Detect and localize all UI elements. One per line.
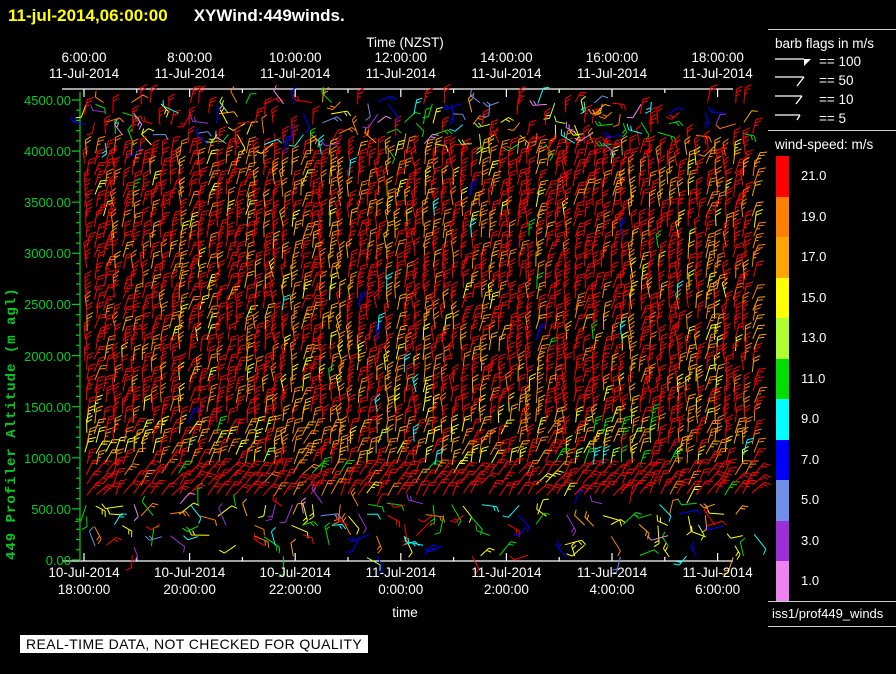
panel-divider [768, 626, 896, 627]
barb-legend-row: == 100 [773, 53, 861, 70]
bottom-axis-title: time [392, 605, 418, 620]
colorbar-swatch [776, 318, 789, 359]
colorbar-value: 17.0 [801, 249, 827, 264]
barb-legend-row: == 10 [773, 91, 854, 108]
colorbar-swatch [776, 358, 789, 400]
colorbar-title: wind-speed: m/s [775, 137, 874, 152]
header: 11-jul-2014,06:00:00 XYWind:449winds. [8, 6, 345, 26]
barb-legend-label: == 5 [819, 111, 847, 126]
pennant-icon [775, 58, 811, 66]
bottom-axis-tick: 11-Jul-2014 6:00:00 [656, 564, 780, 598]
barb-legend-label: == 10 [819, 92, 854, 107]
wind-barbs-21.0 [82, 83, 772, 574]
colorbar-value: 13.0 [801, 330, 827, 345]
quality-banner: REAL-TIME DATA, NOT CHECKED FOR QUALITY [20, 635, 369, 653]
panel-divider [768, 29, 896, 30]
colorbar-swatch [776, 561, 789, 602]
colorbar-swatch [776, 237, 789, 278]
tick-date: 11-Jul-2014 [682, 565, 753, 580]
panel-divider [768, 130, 896, 131]
colorbar-value: 1.0 [801, 573, 820, 588]
half-barb-icon [775, 114, 801, 121]
top-axis-tick: 18:00:00 11-Jul-2014 [656, 50, 780, 82]
colorbar-swatch [776, 520, 789, 562]
tick-date: 11-Jul-2014 [682, 66, 753, 81]
barb-legend-title: barb flags in m/s [775, 36, 875, 51]
colorbar-swatch [776, 156, 789, 197]
top-axis-title: Time (NZST) [366, 35, 444, 50]
tick-time: 18:00:00 [691, 50, 744, 65]
wind-speed-colorbar: 21.0 19.0 17.0 15.0 13.0 11.0 9.0 7.0 5.0 3.0 1.0 [776, 156, 896, 602]
colorbar-value: 9.0 [801, 411, 820, 426]
left-axis-title: 449 Profiler Altitude (m agl) [4, 287, 20, 560]
header-timestamp: 11-jul-2014,06:00:00 [8, 6, 168, 25]
tick-time: 6:00:00 [695, 582, 741, 597]
colorbar-swatch [776, 196, 789, 238]
colorbar-value: 11.0 [801, 370, 826, 386]
colorbar-swatch [776, 399, 789, 440]
full-barb-icon [775, 95, 803, 105]
barb-legend-label: == 100 [819, 54, 862, 69]
barb-legend-row: == 50 [773, 72, 854, 89]
wind-barbs-17.0 [84, 87, 768, 575]
colorbar-swatch [776, 439, 789, 481]
colorbar-swatch [776, 277, 789, 319]
colorbar-value: 5.0 [801, 492, 820, 507]
data-source-label: iss1/prof449_winds [772, 606, 884, 621]
colorbar-value: 3.0 [801, 532, 820, 548]
altitude-axis [72, 92, 81, 561]
colorbar-value: 21.0 [801, 168, 827, 183]
barb-legend-label: == 50 [819, 73, 854, 88]
app-window: 11-jul-2014,06:00:00 XYWind:449winds. Tim… [0, 0, 896, 674]
panel-divider [768, 601, 896, 602]
header-plot-title: XYWind:449winds. [193, 6, 345, 25]
colorbar-value: 15.0 [801, 289, 827, 305]
barb-legend-row: == 5 [773, 110, 846, 127]
colorbar-value: 19.0 [801, 208, 827, 224]
long-barb-icon [775, 76, 805, 87]
colorbar-swatch [776, 480, 789, 521]
colorbar-value: 7.0 [801, 451, 820, 467]
